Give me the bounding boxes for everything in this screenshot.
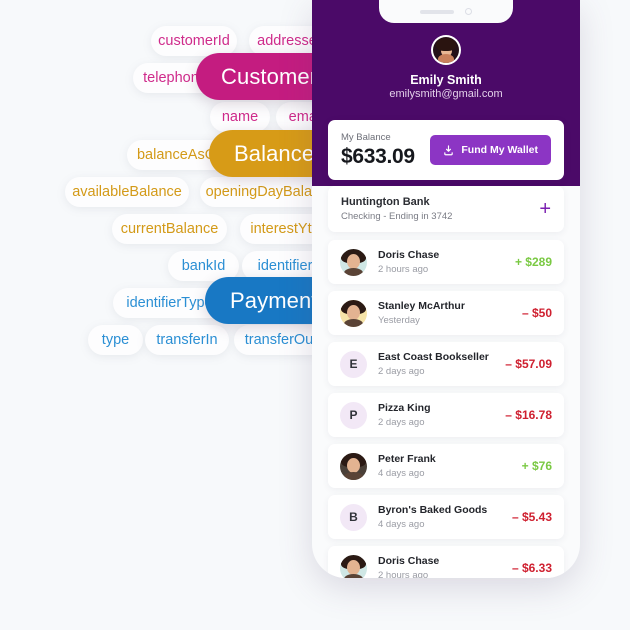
camera-icon [465,8,472,15]
profile-name: Emily Smith [410,73,482,87]
transaction-row[interactable]: Doris Chase 2 hours ago – $6.33 [328,546,564,578]
balance-info: My Balance $633.09 [341,132,415,169]
transaction-name: Stanley McArthur [378,300,465,312]
transaction-time: 4 days ago [378,519,425,530]
transaction-info: Byron's Baked Goods 4 days ago [378,504,512,530]
balance-amount: $633.09 [341,144,415,168]
transaction-amount: + $76 [521,459,552,473]
transaction-time: 2 hours ago [378,264,429,275]
transaction-time: 2 hours ago [378,570,429,578]
transaction-row[interactable]: E East Coast Bookseller 2 days ago – $57.09 [328,342,564,386]
field-tag[interactable]: type [88,325,143,355]
field-tag[interactable]: transferIn [145,325,229,355]
transaction-avatar-photo [340,452,367,480]
profile-email: emilysmith@gmail.com [389,88,503,100]
transaction-avatar-photo [340,299,367,327]
phone-notch [379,0,513,23]
bank-name: Huntington Bank [341,196,430,208]
transaction-name: East Coast Bookseller [378,351,489,363]
transaction-time: Yesterday [378,315,420,326]
transaction-row[interactable]: Stanley McArthur Yesterday – $50 [328,291,564,335]
transaction-info: Doris Chase 2 hours ago [378,555,512,578]
bank-info: Huntington Bank Checking - Ending in 374… [341,196,452,222]
field-tag[interactable]: availableBalance [65,177,189,207]
transaction-info: Stanley McArthur Yesterday [378,300,522,326]
field-tag[interactable]: name [210,102,270,132]
transaction-row[interactable]: Doris Chase 2 hours ago + $289 [328,240,564,284]
screenshot-root: customerId addressee telephone name email bal… [0,0,630,630]
transaction-info: Pizza King 2 days ago [378,402,505,428]
transaction-row[interactable]: Peter Frank 4 days ago + $76 [328,444,564,488]
fund-my-wallet-button[interactable]: Fund My Wallet [430,135,551,165]
field-tag[interactable]: customerId [151,26,237,56]
deposit-icon [443,144,454,156]
transaction-name: Peter Frank [378,453,436,465]
transaction-avatar-initial: P [340,401,367,429]
transaction-amount: – $16.78 [505,408,552,422]
transaction-time: 2 days ago [378,366,425,377]
plus-icon[interactable]: + [539,199,551,219]
transaction-name: Pizza King [378,402,431,414]
transaction-list: Doris Chase 2 hours ago + $289 Stanley McAr… [328,240,564,578]
transaction-info: Doris Chase 2 hours ago [378,249,515,275]
fund-button-label: Fund My Wallet [461,144,538,156]
transaction-avatar-initial: E [340,350,367,378]
bank-details: Checking - Ending in 3742 [341,211,453,222]
transaction-info: Peter Frank 4 days ago [378,453,522,479]
transaction-info: East Coast Bookseller 2 days ago [378,351,505,377]
balance-card: My Balance $633.09 Fund My Wallet [328,120,564,180]
transaction-avatar-photo [340,248,367,276]
transaction-amount: – $5.43 [511,510,552,524]
transaction-time: 4 days ago [378,468,425,479]
speaker-bar [420,9,454,14]
transaction-name: Byron's Baked Goods [378,504,488,516]
field-tag[interactable]: currentBalance [112,214,227,244]
transaction-time: 2 days ago [378,417,425,428]
transaction-avatar-photo [340,554,367,578]
transaction-amount: – $57.09 [505,357,552,371]
transaction-name: Doris Chase [378,555,440,567]
transaction-amount: + $289 [514,255,552,269]
transaction-avatar-initial: B [340,503,367,531]
transaction-amount: – $6.33 [511,561,552,575]
balance-label: My Balance [341,131,391,143]
profile-avatar[interactable] [431,35,461,65]
transaction-row[interactable]: P Pizza King 2 days ago – $16.78 [328,393,564,437]
transaction-row[interactable]: B Byron's Baked Goods 4 days ago – $5.43 [328,495,564,539]
bank-account-card[interactable]: Huntington Bank Checking - Ending in 374… [328,186,564,232]
transaction-name: Doris Chase [378,249,440,261]
phone-mockup: Emily Smith emilysmith@gmail.com My Bala… [312,0,580,578]
phone-header: Emily Smith emilysmith@gmail.com My Bala… [312,0,580,186]
transaction-amount: – $50 [521,306,552,320]
